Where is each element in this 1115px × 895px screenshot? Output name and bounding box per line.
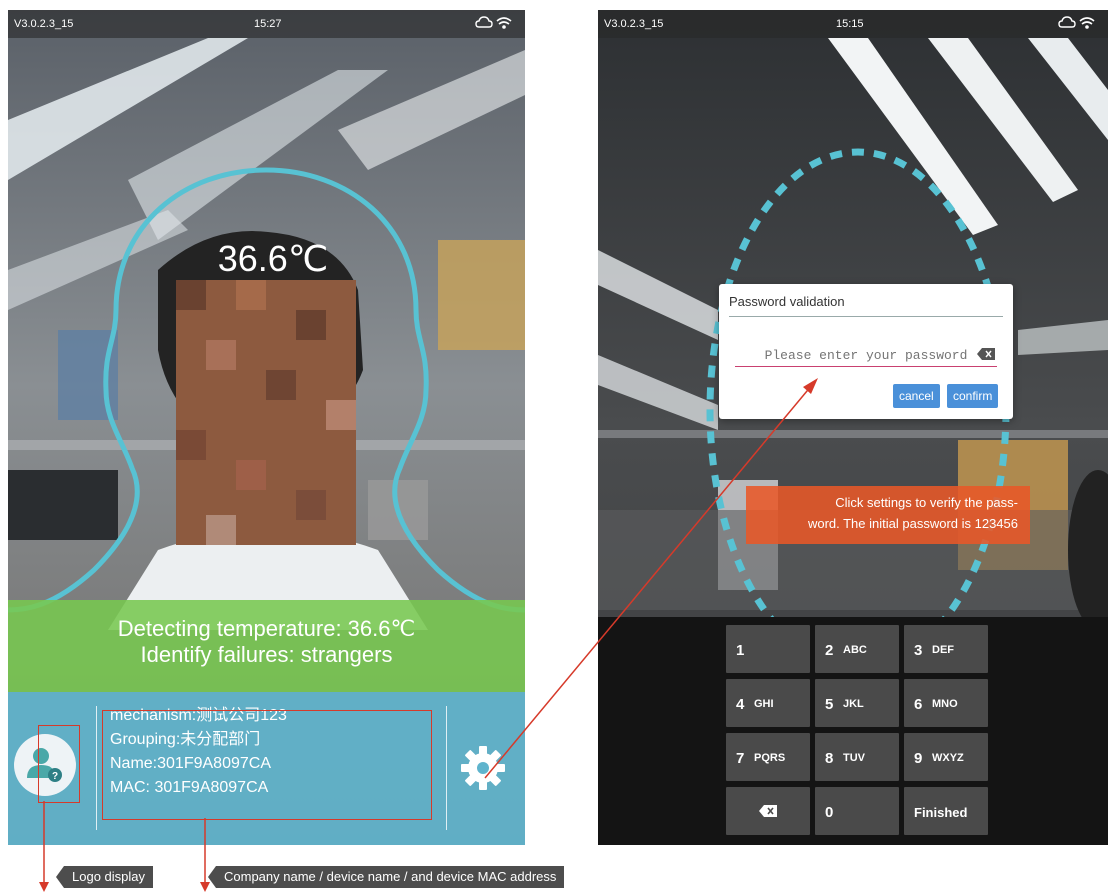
password-hint-note: Click settings to verify the pass- word.… bbox=[746, 486, 1030, 544]
callout-pointer bbox=[208, 866, 216, 888]
key-letters: DEF bbox=[932, 644, 954, 656]
status-icons bbox=[475, 15, 515, 34]
status-icons bbox=[1058, 15, 1098, 34]
key-label: 9 bbox=[914, 750, 923, 767]
left-device-screen: V3.0.2.3_15 15:27 36.6℃ Detecting temper… bbox=[8, 10, 525, 845]
key-label: 4 bbox=[736, 696, 745, 713]
confirm-button[interactable]: confirm bbox=[947, 384, 999, 408]
hint-line-1: Click settings to verify the pass- bbox=[835, 495, 1018, 510]
password-dialog: Password validation cancel confirm bbox=[719, 284, 1013, 419]
cloud-wifi-icon bbox=[475, 16, 512, 29]
divider-left bbox=[96, 706, 97, 830]
keypad-key-0[interactable]: 0 bbox=[815, 787, 899, 835]
cloud-wifi-icon bbox=[1058, 16, 1095, 29]
mac-address-value: MAC: 301F9A8097CA bbox=[110, 779, 269, 796]
logo-display: ? bbox=[14, 734, 76, 796]
keypad-key-8[interactable]: 8 TUV bbox=[815, 733, 899, 781]
key-label: 0 bbox=[825, 804, 834, 821]
version-label: V3.0.2.3_15 bbox=[604, 18, 664, 30]
user-help-icon: ? bbox=[27, 748, 62, 782]
key-label: 6 bbox=[914, 696, 923, 713]
key-label: 5 bbox=[825, 696, 834, 713]
keypad-key-2[interactable]: 2 ABC bbox=[815, 625, 899, 673]
key-letters: PQRS bbox=[754, 752, 786, 764]
numeric-keypad: 1 2 ABC 3 DEF 4 GHI 5 JKL 6 MNO 7 PQRS 8 TUV 9 WXYZ 0 Fini… bbox=[598, 617, 1108, 845]
key-letters: JKL bbox=[843, 698, 864, 710]
key-label: 8 bbox=[825, 750, 834, 767]
identify-result-text: Identify failures: strangers bbox=[140, 642, 393, 667]
keypad-key-7[interactable]: 7 PQRS bbox=[726, 733, 810, 781]
key-letters: ABC bbox=[843, 644, 867, 656]
device-name-value: Name:301F9A8097CA bbox=[110, 755, 271, 772]
divider-right bbox=[446, 706, 447, 830]
clear-input-icon[interactable] bbox=[977, 348, 995, 360]
clock: 15:27 bbox=[254, 18, 282, 30]
detecting-temperature-text: Detecting temperature: 36.6℃ bbox=[117, 616, 416, 641]
company-callout: Company name / device name / and device … bbox=[216, 866, 565, 888]
key-label: Finished bbox=[914, 805, 968, 820]
settings-button[interactable] bbox=[457, 742, 509, 794]
keypad-key-1[interactable]: 1 bbox=[726, 625, 810, 673]
key-letters: MNO bbox=[932, 698, 958, 710]
hint-line-2: word. The initial password is 123456 bbox=[807, 516, 1018, 531]
key-label: 3 bbox=[914, 642, 923, 659]
callout-pointer bbox=[56, 866, 64, 888]
keypad-key-3[interactable]: 3 DEF bbox=[904, 625, 988, 673]
svg-text:?: ? bbox=[52, 771, 58, 782]
device-info-text: mechanism:测试公司123 Grouping:未分配部门 Name:30… bbox=[110, 704, 287, 800]
key-letters: WXYZ bbox=[932, 752, 964, 764]
device-info-panel: ? mechanism:测试公司123 Grouping:未分配部门 Name:… bbox=[8, 692, 525, 845]
backspace-icon bbox=[759, 805, 777, 817]
keypad-finished-key[interactable]: Finished bbox=[904, 787, 988, 835]
version-label: V3.0.2.3_15 bbox=[14, 18, 74, 30]
keypad-backspace-key[interactable] bbox=[726, 787, 810, 835]
keypad-key-5[interactable]: 5 JKL bbox=[815, 679, 899, 727]
password-input[interactable] bbox=[735, 344, 997, 367]
key-letters: TUV bbox=[843, 752, 865, 764]
keypad-key-6[interactable]: 6 MNO bbox=[904, 679, 988, 727]
status-bar: V3.0.2.3_15 15:27 bbox=[8, 10, 525, 38]
status-bar: V3.0.2.3_15 15:15 bbox=[598, 10, 1108, 38]
key-letters: GHI bbox=[754, 698, 774, 710]
key-label: 7 bbox=[736, 750, 745, 767]
cancel-button[interactable]: cancel bbox=[893, 384, 940, 408]
right-device-screen: V3.0.2.3_15 15:15 Password validation ca… bbox=[598, 10, 1108, 845]
keypad-key-9[interactable]: 9 WXYZ bbox=[904, 733, 988, 781]
logo-callout: Logo display bbox=[64, 866, 153, 888]
key-label: 2 bbox=[825, 642, 834, 659]
keypad-key-4[interactable]: 4 GHI bbox=[726, 679, 810, 727]
gear-icon bbox=[461, 746, 505, 790]
detection-status-band: Detecting temperature: 36.6℃ Identify fa… bbox=[8, 600, 525, 692]
key-label: 1 bbox=[736, 642, 745, 659]
grouping-value: Grouping:未分配部门 bbox=[110, 731, 261, 748]
mechanism-value: mechanism:测试公司123 bbox=[110, 707, 287, 724]
dialog-divider bbox=[729, 316, 1003, 317]
dialog-title: Password validation bbox=[729, 294, 845, 309]
clock: 15:15 bbox=[836, 18, 864, 30]
temperature-readout: 36.6℃ bbox=[217, 238, 329, 279]
